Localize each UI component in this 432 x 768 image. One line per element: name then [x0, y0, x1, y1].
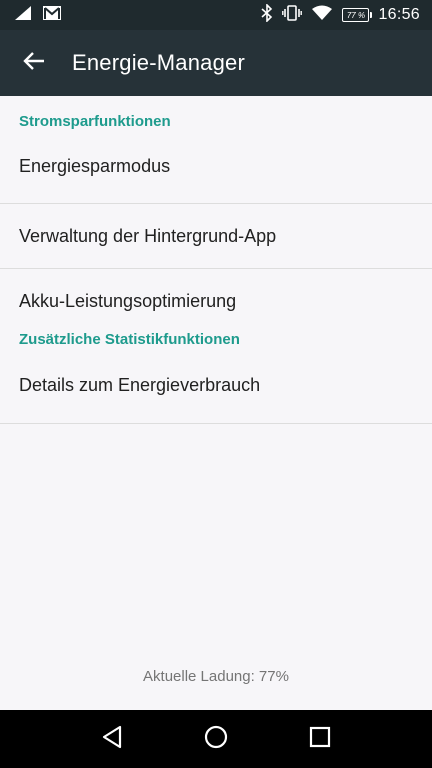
settings-list: Stromsparfunktionen Energiesparmodus Ver…: [0, 96, 432, 424]
status-bar-right: 77 % 16:56: [261, 2, 420, 27]
home-circle-icon: [203, 724, 229, 755]
arrow-back-icon: [23, 51, 45, 76]
vibrate-icon: [282, 4, 303, 26]
status-bar-left: [14, 5, 62, 26]
list-item-background-app-management[interactable]: Verwaltung der Hintergrund-App: [0, 204, 432, 269]
list-item-energy-saving-mode[interactable]: Energiesparmodus: [0, 130, 432, 204]
nav-back-button[interactable]: [82, 710, 142, 768]
current-charge-text: Aktuelle Ladung: 77%: [143, 668, 289, 685]
back-triangle-icon: [101, 725, 123, 754]
app-toolbar: Energie-Manager: [0, 30, 432, 96]
status-time: 16:56: [378, 6, 420, 23]
recents-square-icon: [309, 726, 331, 753]
section-header-power-saving: Stromsparfunktionen: [19, 113, 171, 130]
battery-icon: 77 %: [342, 8, 373, 22]
list-item-energy-usage-details[interactable]: Details zum Energieverbrauch: [0, 348, 432, 424]
list-item-label: Akku-Leistungsoptimierung: [19, 291, 237, 311]
nav-recents-button[interactable]: [290, 710, 350, 768]
list-item-label: Verwaltung der Hintergrund-App: [19, 225, 277, 246]
battery-level-label: 77 %: [346, 10, 366, 20]
status-bar: 77 % 16:56: [0, 0, 432, 30]
wifi-icon: [311, 5, 333, 26]
section-header-statistics: Zusätzliche Statistikfunktionen: [19, 331, 240, 348]
signal-icon: [14, 5, 32, 26]
bluetooth-icon: [261, 2, 273, 27]
page-title: Energie-Manager: [72, 50, 245, 75]
nav-bar: [0, 710, 432, 768]
back-button[interactable]: [0, 30, 68, 96]
list-item-label: Energiesparmodus: [19, 156, 171, 176]
gmail-icon: [42, 5, 62, 26]
list-item-battery-optimization[interactable]: Akku-Leistungsoptimierung: [0, 269, 432, 334]
list-item-label: Details zum Energieverbrauch: [19, 375, 261, 395]
nav-home-button[interactable]: [186, 710, 246, 768]
